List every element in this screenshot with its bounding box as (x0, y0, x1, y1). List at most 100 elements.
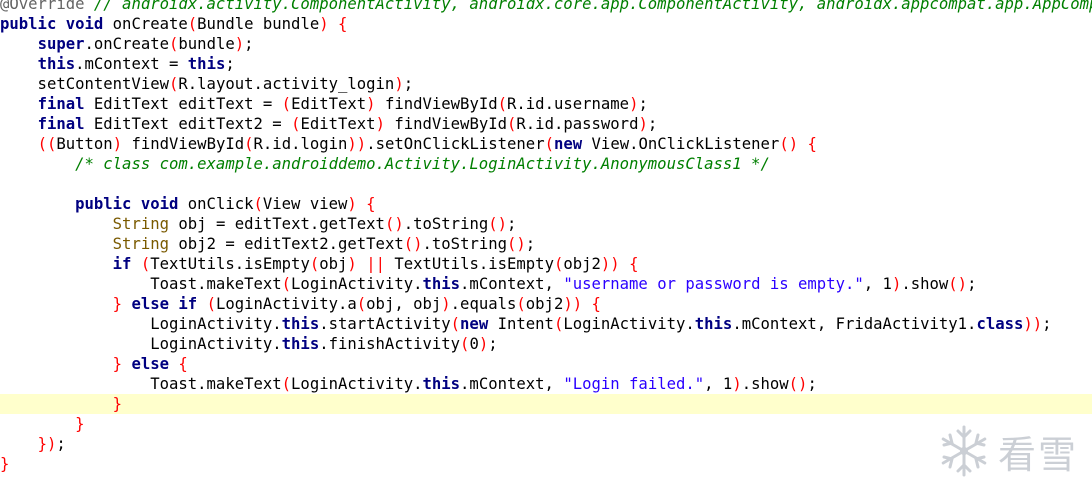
code-token: ) (394, 75, 404, 93)
code-token: ( (497, 95, 508, 113)
code-line[interactable] (0, 174, 1092, 194)
code-token: "Login failed." (563, 375, 705, 393)
code-line[interactable]: }); (0, 434, 1092, 454)
code-token: ) (478, 335, 489, 353)
code-line[interactable]: LoginActivity.this.finishActivity(0); (0, 334, 1092, 354)
code-token: ) (319, 15, 329, 33)
code-token: ( (281, 95, 292, 113)
code-token: .show (741, 375, 789, 393)
code-token: if (112, 255, 132, 273)
code-token: this (37, 55, 76, 73)
current-code-line[interactable]: } (0, 394, 1092, 414)
code-token: ) (891, 275, 902, 293)
code-token: , 1 (863, 275, 892, 293)
code-line[interactable]: this.mContext = this; (0, 54, 1092, 74)
code-token: ; (807, 375, 817, 393)
code-token: ; (967, 275, 977, 293)
code-token: ) (366, 95, 376, 113)
code-line[interactable]: /* class com.example.androiddemo.Activit… (0, 154, 1092, 174)
code-token: ; (56, 435, 66, 453)
watermark-text: 看雪 (997, 432, 1078, 477)
code-line[interactable]: String obj2 = editText2.getText().toStri… (0, 234, 1092, 254)
code-token: obj2 = editText2.getText (169, 235, 404, 253)
code-line[interactable]: public void onClick(View view) { (0, 194, 1092, 214)
code-token: ( (450, 315, 461, 333)
code-token: } (0, 455, 10, 473)
code-token: () (507, 235, 526, 253)
code-token: EditText editText2 = (84, 115, 292, 133)
code-token: obj, obj (366, 295, 442, 313)
code-token: super (37, 35, 85, 53)
code-token: ; (225, 55, 235, 73)
code-line[interactable]: } else { (0, 354, 1092, 374)
code-token: LoginActivity. (0, 335, 282, 353)
snowflake-logo-icon (936, 423, 992, 479)
code-token: public void (75, 195, 179, 213)
code-token: ; (507, 215, 517, 233)
code-token: { (178, 355, 188, 373)
code-line[interactable]: Toast.makeText(LoginActivity.this.mConte… (0, 274, 1092, 294)
code-line[interactable]: public void onCreate(Bundle bundle) { (0, 14, 1092, 34)
code-token: } (112, 395, 123, 413)
code-token: ( (244, 135, 254, 153)
code-token: ( (169, 35, 179, 53)
code-token: Intent (488, 315, 554, 333)
code-line[interactable]: String obj = editText.getText().toString… (0, 214, 1092, 234)
code-token: .finishActivity (319, 335, 461, 353)
code-token: EditText editText = (84, 95, 282, 113)
code-editor[interactable]: @Override // androidx.activity.Component… (0, 0, 1092, 493)
code-token: View view (262, 195, 348, 213)
code-token: R.id.username (507, 95, 630, 113)
code-line[interactable]: @Override // androidx.activity.Component… (0, 0, 1092, 14)
code-token: .setOnClickListener (366, 135, 545, 153)
code-line[interactable]: } else if (LoginActivity.a(obj, obj).equ… (0, 294, 1092, 314)
code-token: obj2 (525, 295, 564, 313)
code-token: TextUtils.isEmpty (150, 255, 310, 273)
code-token: .mContext = (75, 55, 188, 73)
code-token: findViewById (384, 115, 508, 133)
code-token: (( (37, 135, 57, 153)
code-token: ; (244, 35, 254, 53)
code-token: ) (347, 255, 357, 273)
code-token: onClick (178, 195, 254, 213)
code-line[interactable]: ((Button) findViewById(R.id.login)).setO… (0, 134, 1092, 154)
code-token: () (779, 135, 799, 153)
code-token: else if (131, 295, 198, 313)
code-line[interactable]: final EditText editText = (EditText) fin… (0, 94, 1092, 114)
code-token: .mContext, (460, 375, 564, 393)
code-token: onCreate (103, 15, 188, 33)
code-line[interactable]: if (TextUtils.isEmpty(obj) || TextUtils.… (0, 254, 1092, 274)
code-line[interactable]: final EditText editText2 = (EditText) fi… (0, 114, 1092, 134)
code-line[interactable]: } (0, 414, 1092, 434)
code-token: EditText (291, 95, 367, 113)
code-token: LoginActivity. (0, 315, 282, 333)
code-line[interactable]: setContentView(R.layout.activity_login); (0, 74, 1092, 94)
code-token: , 1 (704, 375, 733, 393)
code-token: { (807, 135, 817, 153)
code-line[interactable]: LoginActivity.this.startActivity(new Int… (0, 314, 1092, 334)
code-token: String (112, 215, 170, 233)
code-token: obj = editText.getText (169, 215, 385, 233)
code-token: // androidx.activity.ComponentActivity, … (84, 0, 1092, 13)
code-token: ( (553, 255, 564, 273)
code-token: )) (563, 295, 583, 313)
code-line[interactable]: } (0, 454, 1092, 474)
code-token: () (384, 215, 404, 233)
watermark: 看雪 (936, 423, 1078, 479)
code-token: .onCreate (84, 35, 170, 53)
code-view[interactable]: @Override // androidx.activity.Component… (0, 0, 1092, 474)
code-token: new (553, 135, 583, 153)
code-token: View.OnClickListener (582, 135, 780, 153)
code-line[interactable]: super.onCreate(bundle); (0, 34, 1092, 54)
code-line[interactable]: Toast.makeText(LoginActivity.this.mConte… (0, 374, 1092, 394)
code-token: ) (732, 375, 742, 393)
code-token: .toString (403, 215, 489, 233)
